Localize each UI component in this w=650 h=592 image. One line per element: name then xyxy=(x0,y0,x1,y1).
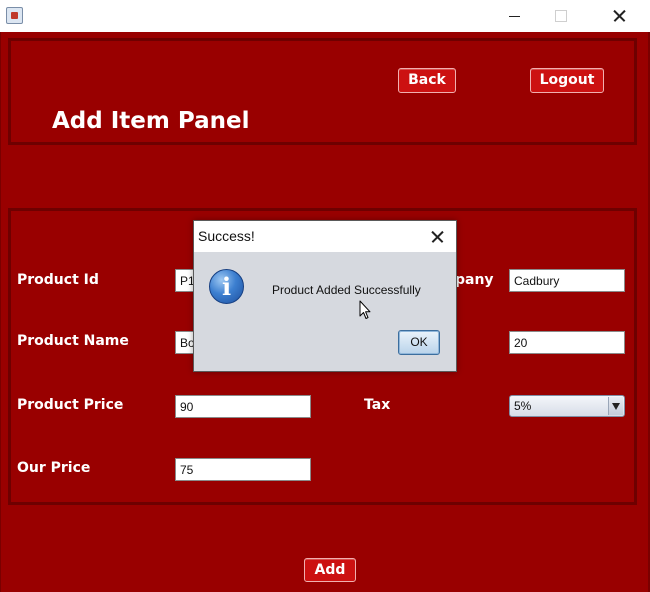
company-field[interactable]: Cadbury xyxy=(509,269,625,292)
minimize-button[interactable] xyxy=(492,0,538,32)
company-label: pany xyxy=(455,272,494,288)
success-dialog: Success! i Product Added Successfully OK xyxy=(193,220,457,372)
window-titlebar xyxy=(0,0,650,32)
tax-selected-value: 5% xyxy=(514,399,532,413)
close-window-button[interactable] xyxy=(596,0,642,32)
product-price-label: Product Price xyxy=(17,397,124,413)
information-icon: i xyxy=(209,269,244,304)
page-title: Add Item Panel xyxy=(52,108,250,134)
ok-button[interactable]: OK xyxy=(398,330,440,355)
back-button[interactable]: Back xyxy=(398,68,456,93)
dialog-message: Product Added Successfully xyxy=(272,283,421,297)
close-icon[interactable] xyxy=(420,221,456,252)
mouse-cursor-icon xyxy=(359,300,371,319)
our-price-label: Our Price xyxy=(17,460,91,476)
quantity-field[interactable]: 20 xyxy=(509,331,625,354)
tax-select[interactable]: 5% xyxy=(509,395,625,417)
maximize-button[interactable] xyxy=(538,0,584,32)
java-app-icon xyxy=(6,7,23,24)
dialog-title: Success! xyxy=(198,228,255,244)
logout-button[interactable]: Logout xyxy=(530,68,604,93)
product-id-label: Product Id xyxy=(17,272,99,288)
dialog-titlebar: Success! xyxy=(194,221,456,252)
product-price-field[interactable]: 90 xyxy=(175,395,311,418)
tax-label: Tax xyxy=(364,397,391,413)
chevron-down-icon[interactable] xyxy=(608,397,623,415)
add-button[interactable]: Add xyxy=(304,558,356,582)
product-name-label: Product Name xyxy=(17,333,129,349)
our-price-field[interactable]: 75 xyxy=(175,458,311,481)
